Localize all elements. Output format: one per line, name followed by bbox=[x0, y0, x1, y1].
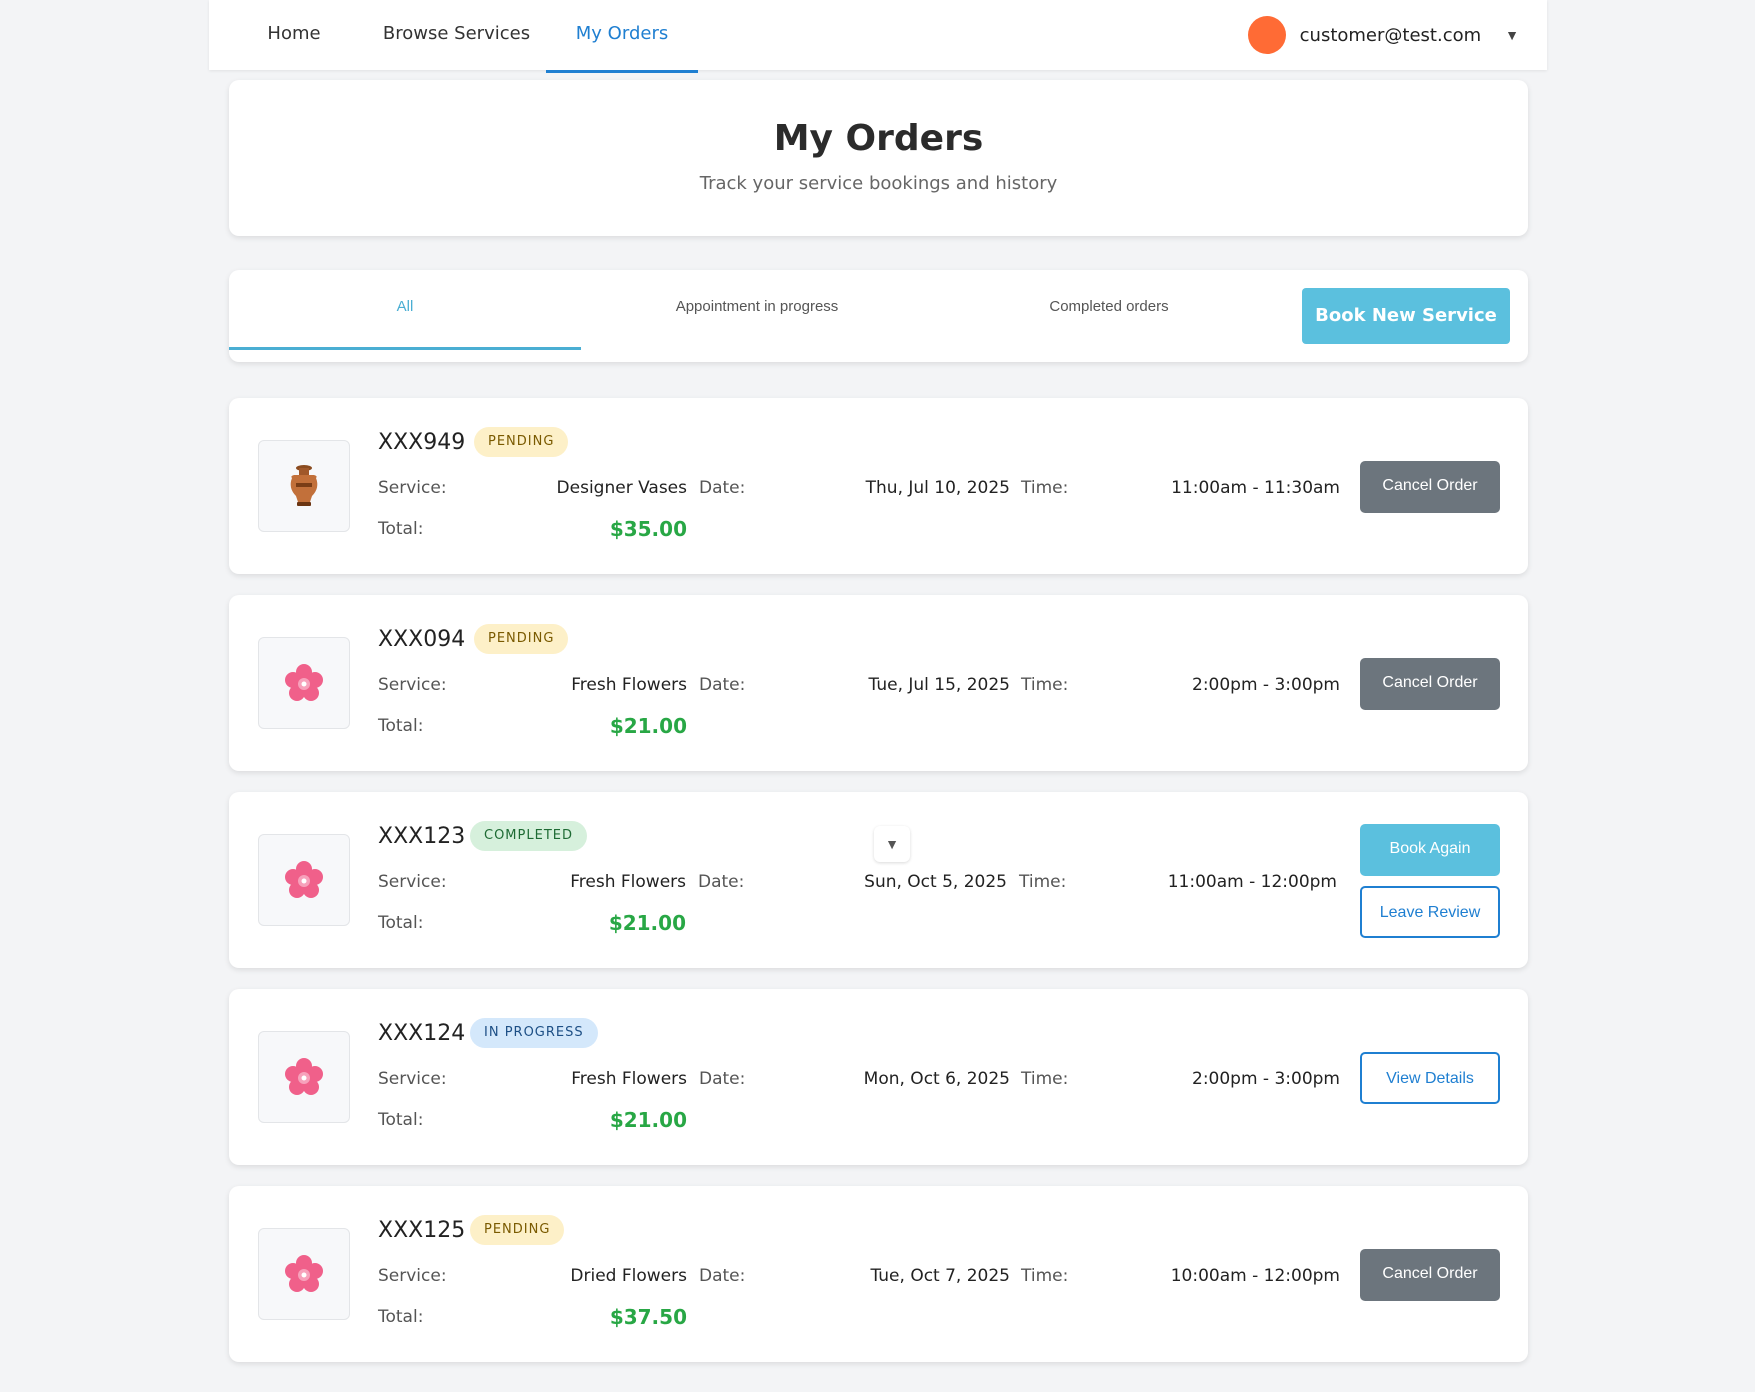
total-label: Total: bbox=[378, 1307, 424, 1327]
app-shell: Home Browse Services My Orders customer@… bbox=[209, 0, 1547, 1392]
tab-appointment-in-progress[interactable]: Appointment in progress bbox=[581, 270, 933, 350]
order-card: XXX949 PENDING Service: Designer Vases D… bbox=[229, 398, 1528, 574]
date-value: Mon, Oct 6, 2025 bbox=[863, 1069, 1010, 1089]
nav-home[interactable]: Home bbox=[239, 0, 349, 73]
order-id: XXX094 bbox=[378, 627, 466, 652]
service-thumbnail bbox=[258, 1228, 350, 1320]
cancel-order-button[interactable]: Cancel Order bbox=[1360, 658, 1500, 710]
flower-icon bbox=[285, 1058, 323, 1095]
time-value: 11:00am - 12:00pm bbox=[1167, 872, 1337, 892]
nav-my-orders[interactable]: My Orders bbox=[546, 0, 698, 73]
time-label: Time: bbox=[1021, 1069, 1069, 1089]
user-menu[interactable]: customer@test.com ▼ bbox=[1247, 16, 1519, 54]
service-value: Designer Vases bbox=[556, 478, 687, 498]
total-label: Total: bbox=[378, 1110, 424, 1130]
time-label: Time: bbox=[1021, 675, 1069, 695]
order-card: XXX094 PENDING Service: Fresh Flowers Da… bbox=[229, 595, 1528, 771]
service-label: Service: bbox=[378, 478, 447, 498]
book-new-service-button[interactable]: Book New Service bbox=[1302, 288, 1510, 344]
order-id: XXX949 bbox=[378, 430, 466, 455]
page-title: My Orders bbox=[773, 118, 984, 159]
chevron-down-icon[interactable]: ▼ bbox=[874, 826, 910, 862]
service-value: Fresh Flowers bbox=[571, 1069, 687, 1089]
cancel-order-button[interactable]: Cancel Order bbox=[1360, 1249, 1500, 1301]
total-value: $21.00 bbox=[609, 714, 687, 738]
date-value: Tue, Jul 15, 2025 bbox=[868, 675, 1010, 695]
status-badge: PENDING bbox=[470, 1215, 565, 1245]
chevron-down-icon[interactable]: ▼ bbox=[1505, 27, 1519, 43]
order-card: XXX124 IN PROGRESS Service: Fresh Flower… bbox=[229, 989, 1528, 1165]
service-label: Service: bbox=[378, 675, 447, 695]
service-label: Service: bbox=[378, 872, 447, 892]
date-value: Sun, Oct 5, 2025 bbox=[864, 872, 1007, 892]
service-thumbnail bbox=[258, 637, 350, 729]
service-thumbnail bbox=[258, 440, 350, 532]
cancel-order-button[interactable]: Cancel Order bbox=[1360, 461, 1500, 513]
total-value: $37.50 bbox=[609, 1305, 687, 1329]
date-label: Date: bbox=[698, 872, 745, 892]
leave-review-button[interactable]: Leave Review bbox=[1360, 886, 1500, 938]
order-id: XXX125 bbox=[378, 1218, 466, 1243]
status-badge: PENDING bbox=[474, 624, 569, 654]
time-value: 2:00pm - 3:00pm bbox=[1192, 675, 1340, 695]
total-value: $35.00 bbox=[609, 517, 687, 541]
service-thumbnail bbox=[258, 834, 350, 926]
flower-icon bbox=[285, 1255, 323, 1292]
service-value: Fresh Flowers bbox=[570, 872, 686, 892]
total-label: Total: bbox=[378, 716, 424, 736]
total-label: Total: bbox=[378, 519, 424, 539]
date-label: Date: bbox=[699, 478, 746, 498]
total-label: Total: bbox=[378, 913, 424, 933]
status-badge: IN PROGRESS bbox=[470, 1018, 598, 1048]
date-label: Date: bbox=[699, 675, 746, 695]
time-label: Time: bbox=[1019, 872, 1067, 892]
vase-icon bbox=[290, 465, 318, 506]
top-nav: Home Browse Services My Orders customer@… bbox=[209, 0, 1547, 73]
time-label: Time: bbox=[1021, 1266, 1069, 1286]
order-id: XXX123 bbox=[378, 824, 466, 849]
tab-completed-orders[interactable]: Completed orders bbox=[933, 270, 1285, 350]
service-value: Dried Flowers bbox=[570, 1266, 687, 1286]
nav-browse-services[interactable]: Browse Services bbox=[374, 0, 539, 73]
flower-icon bbox=[285, 664, 323, 701]
view-details-button[interactable]: View Details bbox=[1360, 1052, 1500, 1104]
date-value: Thu, Jul 10, 2025 bbox=[865, 478, 1010, 498]
time-label: Time: bbox=[1021, 478, 1069, 498]
order-card: XXX123 COMPLETED ▼ Service: Fresh Flower… bbox=[229, 792, 1528, 968]
service-label: Service: bbox=[378, 1069, 447, 1089]
date-value: Tue, Oct 7, 2025 bbox=[870, 1266, 1010, 1286]
page-subtitle: Track your service bookings and history bbox=[699, 173, 1058, 194]
service-label: Service: bbox=[378, 1266, 447, 1286]
status-badge: PENDING bbox=[474, 427, 569, 457]
book-again-button[interactable]: Book Again bbox=[1360, 824, 1500, 876]
service-value: Fresh Flowers bbox=[571, 675, 687, 695]
time-value: 2:00pm - 3:00pm bbox=[1192, 1069, 1340, 1089]
date-label: Date: bbox=[699, 1266, 746, 1286]
avatar bbox=[1247, 16, 1286, 54]
tab-all[interactable]: All bbox=[229, 270, 581, 350]
total-value: $21.00 bbox=[609, 1108, 687, 1132]
user-email: customer@test.com bbox=[1299, 24, 1482, 46]
order-tabs: All Appointment in progress Completed or… bbox=[229, 270, 1528, 362]
time-value: 11:00am - 11:30am bbox=[1171, 478, 1340, 498]
date-label: Date: bbox=[699, 1069, 746, 1089]
order-card: XXX125 PENDING Service: Dried Flowers Da… bbox=[229, 1186, 1528, 1362]
flower-icon bbox=[285, 861, 323, 898]
service-thumbnail bbox=[258, 1031, 350, 1123]
time-value: 10:00am - 12:00pm bbox=[1170, 1266, 1340, 1286]
page-header: My Orders Track your service bookings an… bbox=[229, 80, 1528, 236]
order-id: XXX124 bbox=[378, 1021, 466, 1046]
status-badge: COMPLETED bbox=[470, 821, 587, 851]
total-value: $21.00 bbox=[608, 911, 686, 935]
